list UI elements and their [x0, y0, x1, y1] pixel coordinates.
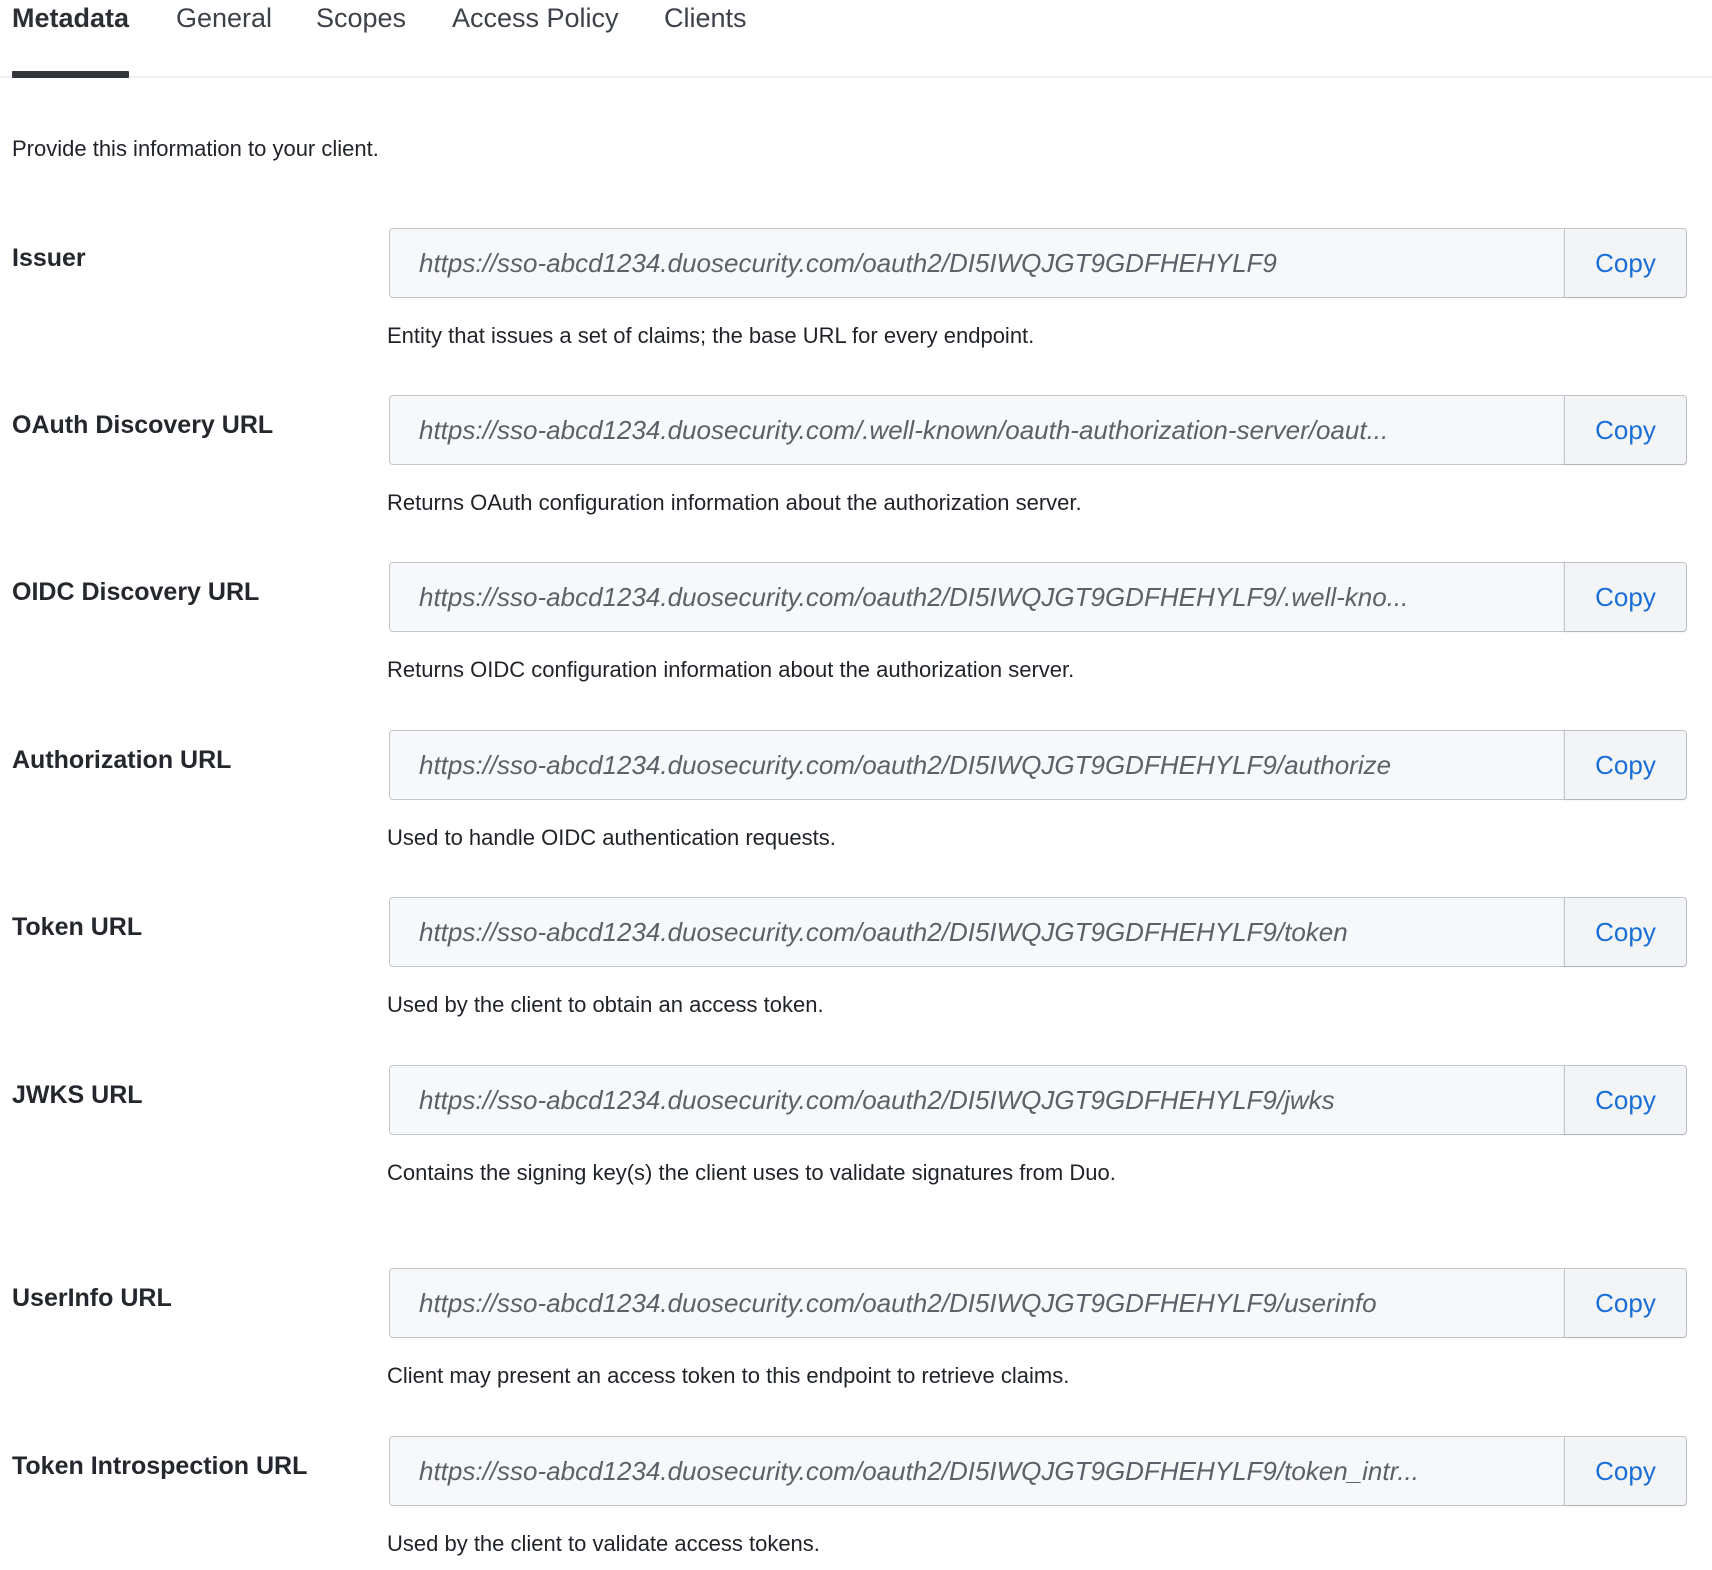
- userinfo-url-value[interactable]: https://sso-abcd1234.duosecurity.com/oau…: [390, 1269, 1564, 1337]
- jwks-url-field: https://sso-abcd1234.duosecurity.com/oau…: [389, 1065, 1687, 1135]
- field-description: Entity that issues a set of claims; the …: [387, 323, 1035, 348]
- field-description: Used to handle OIDC authentication reque…: [387, 825, 836, 850]
- copy-button[interactable]: Copy: [1564, 1437, 1686, 1505]
- field-label: Token URL: [12, 913, 143, 941]
- token-url-field: https://sso-abcd1234.duosecurity.com/oau…: [389, 897, 1687, 967]
- field-description: Used by the client to obtain an access t…: [387, 992, 824, 1017]
- copy-button[interactable]: Copy: [1564, 898, 1686, 966]
- tab-general[interactable]: General: [176, 0, 272, 76]
- field-description: Returns OIDC configuration information a…: [387, 657, 1075, 682]
- copy-button[interactable]: Copy: [1564, 731, 1686, 799]
- field-label: JWKS URL: [12, 1081, 143, 1109]
- issuer-value[interactable]: https://sso-abcd1234.duosecurity.com/oau…: [390, 229, 1564, 297]
- authorization-url-field: https://sso-abcd1234.duosecurity.com/oau…: [389, 730, 1687, 800]
- tab-scopes[interactable]: Scopes: [316, 0, 406, 76]
- tab-access-policy[interactable]: Access Policy: [452, 0, 619, 76]
- field-label: OAuth Discovery URL: [12, 411, 274, 439]
- field-label: UserInfo URL: [12, 1284, 172, 1312]
- tab-label: Scopes: [316, 3, 407, 33]
- active-tab-indicator: [12, 71, 130, 78]
- tab-label: Access Policy: [452, 3, 619, 33]
- copy-button[interactable]: Copy: [1564, 396, 1686, 464]
- tab-label: Clients: [664, 3, 747, 33]
- field-label: Issuer: [12, 244, 86, 272]
- tab-label: Metadata: [12, 3, 130, 33]
- field-description: Used by the client to validate access to…: [387, 1531, 820, 1556]
- copy-button[interactable]: Copy: [1564, 1269, 1686, 1337]
- intro-text: Provide this information to your client.: [12, 136, 379, 161]
- field-label: Authorization URL: [12, 746, 232, 774]
- copy-button[interactable]: Copy: [1564, 563, 1686, 631]
- oidc-discovery-url-field: https://sso-abcd1234.duosecurity.com/oau…: [389, 562, 1687, 632]
- token-introspection-url-value[interactable]: https://sso-abcd1234.duosecurity.com/oau…: [390, 1437, 1564, 1505]
- oauth-discovery-url-field: https://sso-abcd1234.duosecurity.com/.we…: [389, 395, 1687, 465]
- userinfo-url-field: https://sso-abcd1234.duosecurity.com/oau…: [389, 1268, 1687, 1338]
- field-description: Contains the signing key(s) the client u…: [387, 1160, 1116, 1185]
- field-description: Client may present an access token to th…: [387, 1363, 1070, 1388]
- field-label: Token Introspection URL: [12, 1452, 308, 1480]
- oidc-discovery-url-value[interactable]: https://sso-abcd1234.duosecurity.com/oau…: [390, 563, 1564, 631]
- tab-bar: Metadata General Scopes Access Policy Cl…: [0, 0, 1712, 78]
- tab-metadata[interactable]: Metadata: [12, 0, 130, 78]
- token-url-value[interactable]: https://sso-abcd1234.duosecurity.com/oau…: [390, 898, 1564, 966]
- issuer-field: https://sso-abcd1234.duosecurity.com/oau…: [389, 228, 1687, 298]
- token-introspection-url-field: https://sso-abcd1234.duosecurity.com/oau…: [389, 1436, 1687, 1506]
- tab-clients[interactable]: Clients: [664, 0, 747, 76]
- tab-label: General: [176, 3, 273, 33]
- copy-button[interactable]: Copy: [1564, 229, 1686, 297]
- authorization-url-value[interactable]: https://sso-abcd1234.duosecurity.com/oau…: [390, 731, 1564, 799]
- jwks-url-value[interactable]: https://sso-abcd1234.duosecurity.com/oau…: [390, 1066, 1564, 1134]
- oauth-discovery-url-value[interactable]: https://sso-abcd1234.duosecurity.com/.we…: [390, 396, 1564, 464]
- copy-button[interactable]: Copy: [1564, 1066, 1686, 1134]
- field-label: OIDC Discovery URL: [12, 578, 260, 606]
- field-description: Returns OAuth configuration information …: [387, 490, 1082, 515]
